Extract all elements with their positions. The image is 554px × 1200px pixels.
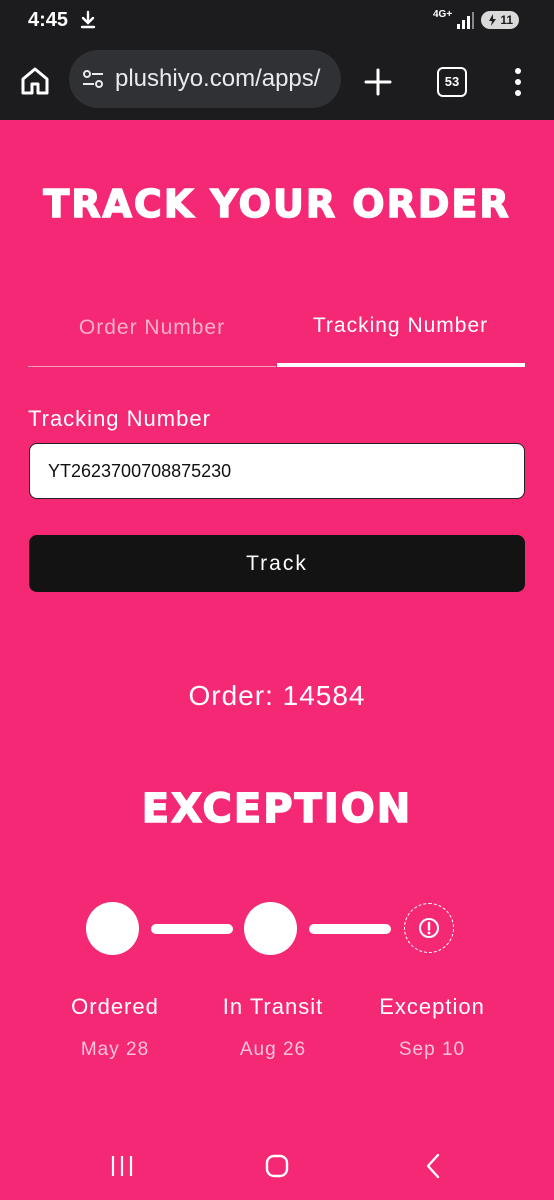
active-tab-indicator xyxy=(277,363,525,367)
step-label-in-transit: In Transit xyxy=(222,994,324,1019)
url-text: plushiyo.com/apps/ xyxy=(115,65,321,92)
status-time: 4:45 xyxy=(28,9,69,31)
step-date-ordered: May 28 xyxy=(80,1039,150,1060)
tracking-number-label: Tracking Number xyxy=(28,406,211,431)
network-type: 4G+ xyxy=(433,9,453,20)
step-connector xyxy=(151,924,233,934)
step-label-ordered: Ordered xyxy=(71,994,159,1019)
alert-icon xyxy=(419,918,439,938)
signal-icon xyxy=(456,12,474,34)
status-bar: 4:45 4G+ 11 xyxy=(0,0,554,42)
step-date-exception: Sep 10 xyxy=(398,1039,466,1060)
url-bar[interactable]: plushiyo.com/apps/ xyxy=(69,50,341,108)
back-icon[interactable] xyxy=(424,1153,442,1184)
page-title: Track your order xyxy=(43,181,511,227)
site-settings-icon[interactable] xyxy=(81,68,105,95)
order-number-text: Order: 14584 xyxy=(188,680,366,711)
step-in-transit-dot xyxy=(244,902,297,955)
step-label-exception: Exception xyxy=(379,994,485,1019)
step-date-in-transit: Aug 26 xyxy=(239,1039,307,1060)
tab-tracking-number[interactable]: Tracking Number xyxy=(276,314,525,338)
browser-toolbar: plushiyo.com/apps/ 53 xyxy=(0,42,554,120)
recent-apps-icon[interactable] xyxy=(110,1154,134,1183)
tracking-mode-tabs: Order Number Tracking Number xyxy=(28,300,525,368)
tracking-number-input[interactable] xyxy=(29,443,525,499)
tab-order-number[interactable]: Order Number xyxy=(28,316,276,340)
order-status-heading: Exception xyxy=(141,785,413,833)
charging-icon xyxy=(489,14,496,26)
step-exception-marker xyxy=(404,903,454,953)
home-icon[interactable] xyxy=(18,64,52,98)
battery-indicator: 11 xyxy=(481,11,519,29)
system-home-icon[interactable] xyxy=(265,1153,289,1184)
tab-switcher-button[interactable]: 53 xyxy=(437,67,467,97)
download-icon xyxy=(80,10,96,35)
battery-level: 11 xyxy=(500,13,513,27)
system-nav-bar xyxy=(0,1130,554,1200)
more-options-icon[interactable] xyxy=(510,66,526,98)
track-button[interactable]: Track xyxy=(29,535,525,592)
tab-divider xyxy=(28,366,276,367)
new-tab-icon[interactable] xyxy=(362,66,394,98)
step-connector xyxy=(309,924,391,934)
step-ordered-dot xyxy=(86,902,139,955)
